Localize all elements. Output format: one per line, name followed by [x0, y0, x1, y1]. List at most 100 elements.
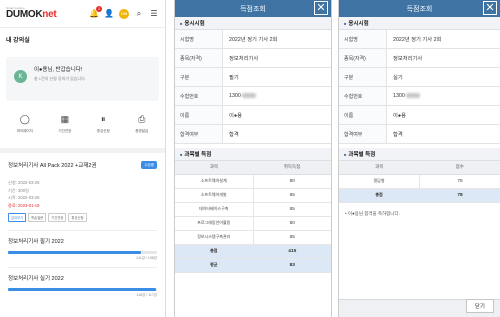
logo-text-main: DUMOK	[6, 9, 43, 20]
total-row: 총점 415	[175, 244, 331, 259]
info-value: 합격	[393, 132, 403, 138]
section-title: 과목별 득점	[175, 148, 331, 161]
congrats-text: 이●용님 합격을 축하합니다.	[347, 210, 400, 216]
quick-menu: ◯ 마이페이지 ▦ 기간연장 ⏸ 휴강신청 ⎙ 증명발급	[0, 101, 165, 134]
info-row: 구분 실기	[339, 68, 500, 87]
redacted-blur	[405, 93, 420, 99]
info-value: 필기	[229, 75, 239, 81]
course-title[interactable]: 정보처리기사 All Pack 2022 +교재2권 수강중	[8, 161, 157, 169]
my-classroom-panel: Smart Lecture DUMOKnet 🔔 1 👤 CN ⌕ ☰ 내 강의실…	[0, 0, 166, 317]
dialog-title: 득점조회	[240, 5, 266, 13]
info-value: 1300	[387, 93, 420, 99]
menu-pause-request[interactable]: ⏸ 휴강신청	[97, 113, 110, 134]
dialog-title: 득점조회	[406, 5, 433, 13]
subject-cell: 소프트웨어개발	[175, 188, 254, 203]
watch-lecture-button[interactable]: 강의보기	[8, 213, 27, 222]
info-key: 시험명	[175, 30, 223, 48]
progress-title: 정보처리기사 실기 2022	[8, 276, 64, 282]
score-cell: 80	[253, 174, 331, 189]
course-title-text: 정보처리기사 All Pack 2022 +교재2권	[8, 163, 97, 169]
progress-value: 141강 / 158강	[135, 256, 157, 260]
menu-label: 휴강신청	[96, 129, 110, 133]
info-row: 이름 이●용	[175, 106, 331, 125]
greeting-card: K 이●용님, 반갑습니다! 총 1건의 신청 강의가 있습니다.	[6, 57, 159, 101]
table-row: 데이터베이스구축 85	[175, 202, 331, 217]
hamburger-menu-icon[interactable]: ☰	[149, 9, 159, 19]
info-key: 종목(자격)	[175, 49, 223, 67]
info-value: 이●용	[393, 113, 406, 119]
menu-mypage[interactable]: ◯ 마이페이지	[17, 113, 33, 134]
total-label: 총점	[175, 244, 254, 259]
score-lookup-written: 득점조회 ✕ 응시시험 시험명 2022년 정기 기사 2회 종목(자격) 정보처리…	[174, 0, 332, 317]
section-title: 과목별 득점	[339, 148, 500, 161]
column-header: 취득득점	[253, 161, 331, 175]
progress-value: 116강 / 117강	[136, 293, 157, 297]
info-key: 합격여부	[175, 125, 223, 143]
course-end-date: 종료: 2023-01-19	[8, 202, 40, 208]
close-icon[interactable]: ✕	[483, 1, 497, 15]
total-value: 78	[419, 188, 500, 203]
extend-period-button[interactable]: 기간연장	[48, 213, 67, 222]
progress-bar	[8, 251, 157, 254]
subject-cell: 프로그래밍언어활용	[175, 216, 254, 231]
app-header: Smart Lecture DUMOKnet 🔔 1 👤 CN ⌕ ☰	[0, 0, 165, 28]
user-icon: ◯	[19, 113, 30, 124]
progress-bar	[8, 288, 157, 291]
section-title: 응시시험	[175, 17, 331, 30]
search-icon[interactable]: ⌕	[134, 9, 144, 19]
info-key: 구분	[339, 68, 387, 86]
info-value: 이●용	[229, 113, 242, 119]
info-key: 이름	[339, 106, 387, 124]
score-lookup-practical: 득점조회 ✕ 응시시험 시험명 2022년 정기 기사 2회 종목(자격) 정보처리…	[338, 0, 500, 317]
info-value: 2022년 정기 기사 2회	[393, 37, 442, 43]
menu-certificate[interactable]: ⎙ 증명발급	[135, 113, 148, 134]
info-key: 이름	[175, 106, 223, 124]
subject-cell: 정보시스템구축관리	[175, 230, 254, 245]
course-apply-date: 신청: 2022-03-25	[8, 180, 40, 185]
info-key: 구분	[175, 68, 223, 86]
score-cell: 85	[253, 230, 331, 245]
info-row: 수험번호 1300	[175, 87, 331, 106]
dumoknet-logo[interactable]: Smart Lecture DUMOKnet	[6, 7, 57, 20]
menu-extend-period[interactable]: ▦ 기간연장	[58, 113, 71, 134]
redacted-blur	[241, 93, 256, 99]
user-icon[interactable]: 👤	[104, 9, 114, 19]
progress-item[interactable]: 정보처리기사 실기 2022 116강 / 117강	[0, 268, 165, 298]
cn-badge-icon[interactable]: CN	[119, 8, 129, 19]
info-key: 합격여부	[339, 125, 387, 143]
logo-text-accent: net	[42, 9, 57, 20]
progress-item[interactable]: 정보처리기사 필기 2022 141강 / 158강	[0, 231, 165, 261]
info-row: 시험명 2022년 정기 기사 2회	[175, 30, 331, 49]
score-table: 과목 취득득점 소프트웨어설계 80 소프트웨어개발 85 데이터베이스구축 85 프…	[175, 161, 331, 273]
close-button[interactable]: 닫기	[465, 299, 494, 313]
dialog-footer: 닫기	[339, 299, 500, 317]
course-actions: 강의보기 학습질문 기간연장 휴강신청	[8, 213, 157, 222]
average-row: 평균 83	[175, 258, 331, 273]
dialog-header: 득점조회 ✕	[339, 0, 500, 17]
pause-request-button[interactable]: 휴강신청	[68, 213, 87, 222]
score-cell: 78	[419, 174, 500, 189]
logo-text: DUMOKnet	[6, 9, 57, 20]
score-cell: 85	[253, 202, 331, 217]
table-row: 필답형 78	[339, 174, 500, 189]
info-key: 종목(자격)	[339, 49, 387, 67]
course-meta: 신청: 2022-03-25 기간: 300일 시작: 2022-03-25 종…	[8, 179, 157, 209]
progress-fill	[8, 251, 141, 254]
info-row: 이름 이●용	[339, 106, 500, 125]
dialog-header: 득점조회 ✕	[175, 0, 331, 17]
congrats-note: • 이●용님 합격을 축하합니다.	[345, 210, 400, 216]
status-badge: 수강중	[141, 161, 157, 169]
close-icon[interactable]: ✕	[314, 1, 328, 15]
course-start-date: 시작: 2022-03-25	[8, 195, 40, 200]
progress-fill	[8, 288, 156, 291]
printer-icon: ⎙	[138, 113, 146, 124]
info-row: 구분 필기	[175, 68, 331, 87]
info-value: 2022년 정기 기사 2회	[229, 37, 278, 43]
column-header: 점수	[419, 161, 500, 175]
bell-icon[interactable]: 🔔 1	[89, 5, 102, 19]
info-value: 정보처리기사	[229, 56, 259, 62]
info-key: 시험명	[339, 30, 387, 48]
table-row: 소프트웨어개발 85	[175, 188, 331, 203]
table-row: 소프트웨어설계 80	[175, 174, 331, 189]
study-question-button[interactable]: 학습질문	[28, 213, 47, 222]
